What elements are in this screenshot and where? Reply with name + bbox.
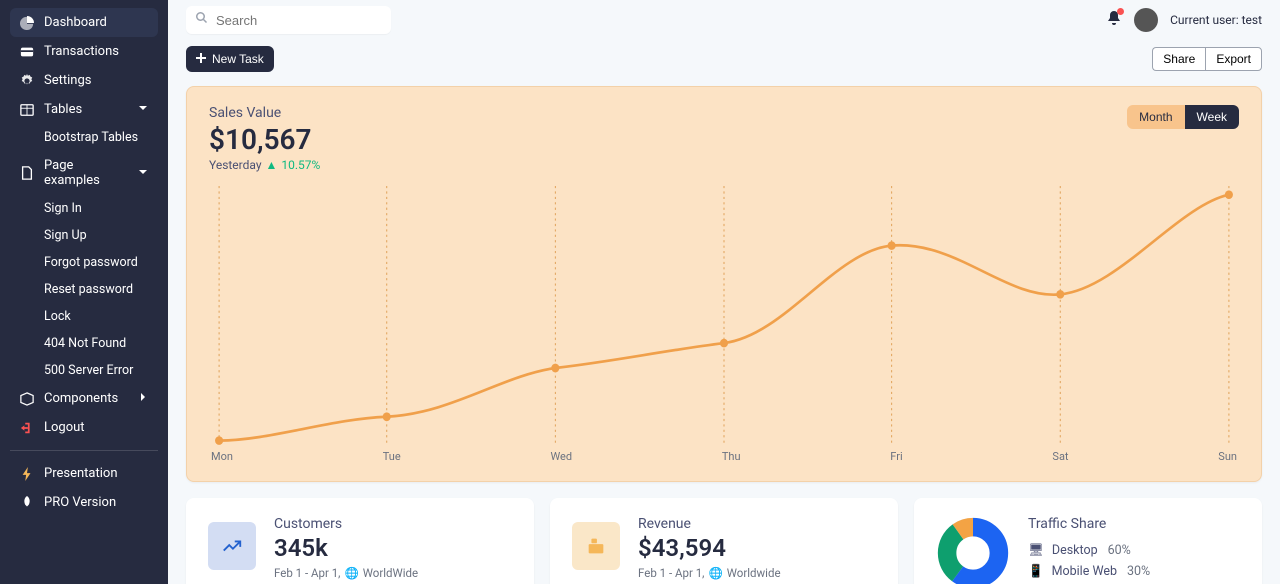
- file-icon: [20, 166, 34, 180]
- sidebar-item-presentation[interactable]: Presentation: [10, 459, 158, 488]
- sidebar-item-components[interactable]: Components: [10, 384, 158, 413]
- sales-chart: [209, 186, 1239, 446]
- revenue-value: $43,594: [638, 534, 781, 562]
- month-button[interactable]: Month: [1127, 105, 1184, 129]
- label: Logout: [44, 420, 85, 435]
- globe-icon: 🌐: [344, 566, 358, 580]
- credit-card-icon: [20, 45, 34, 59]
- label: PRO Version: [44, 495, 116, 510]
- sales-value: $10,567: [209, 123, 320, 156]
- traffic-share-card: Traffic Share 🖥Desktop60% 📱Mobile Web30%…: [914, 498, 1262, 584]
- divider: [10, 450, 158, 451]
- plus-icon: [196, 52, 206, 66]
- gear-icon: [20, 74, 34, 88]
- label: Settings: [44, 73, 91, 88]
- sidebar-item-bootstrap-tables[interactable]: Bootstrap Tables: [34, 124, 158, 151]
- chevron-down-icon: [138, 166, 148, 181]
- logout-icon: [20, 421, 34, 435]
- label: Dashboard: [44, 15, 107, 30]
- revenue-card: Revenue $43,594 Feb 1 - Apr 1, 🌐 Worldwi…: [550, 498, 898, 584]
- sidebar: Dashboard Transactions Settings Tables B…: [0, 0, 168, 584]
- table-icon: [20, 103, 34, 117]
- sidebar-item-tables[interactable]: Tables: [10, 95, 158, 124]
- notification-dot: [1117, 8, 1124, 15]
- label: Bootstrap Tables: [44, 130, 138, 145]
- notifications-button[interactable]: [1106, 10, 1122, 30]
- label: Transactions: [44, 44, 119, 59]
- customers-card: Customers 345k Feb 1 - Apr 1, 🌐 WorldWid…: [186, 498, 534, 584]
- search-input[interactable]: [216, 13, 381, 28]
- traffic-list: 🖥Desktop60% 📱Mobile Web30% 💻Tablet Web10…: [1028, 540, 1150, 584]
- main-content: Current user: test New Task Share Export…: [168, 0, 1280, 584]
- sidebar-item-sign-up[interactable]: Sign Up: [34, 222, 158, 249]
- share-export-group: Share Export: [1152, 47, 1262, 71]
- new-task-button[interactable]: New Task: [186, 46, 274, 72]
- period-toggle: Month Week: [1127, 105, 1239, 129]
- sidebar-item-page-examples[interactable]: Page examples: [10, 151, 158, 195]
- search-box[interactable]: [186, 6, 391, 34]
- rocket-icon: [20, 496, 34, 510]
- traffic-item-desktop: 🖥Desktop60%: [1028, 540, 1150, 561]
- topbar: Current user: test: [186, 6, 1262, 34]
- globe-icon: 🌐: [708, 566, 722, 580]
- traffic-title: Traffic Share: [1028, 516, 1150, 532]
- pages-submenu: Sign In Sign Up Forgot password Reset pa…: [10, 195, 158, 384]
- sidebar-item-forgot-password[interactable]: Forgot password: [34, 249, 158, 276]
- label: Presentation: [44, 466, 118, 481]
- chart-line-icon: [208, 522, 256, 570]
- sales-title: Sales Value: [209, 105, 320, 121]
- bolt-icon: [20, 467, 34, 481]
- revenue-title: Revenue: [638, 516, 781, 532]
- traffic-item-mobile: 📱Mobile Web30%: [1028, 561, 1150, 582]
- chevron-right-icon: [138, 391, 148, 406]
- sales-value-card: Sales Value $10,567 Yesterday ▲ 10.57% M…: [186, 86, 1262, 482]
- cash-register-icon: [572, 522, 620, 570]
- sidebar-item-sign-in[interactable]: Sign In: [34, 195, 158, 222]
- sidebar-item-500[interactable]: 500 Server Error: [34, 357, 158, 384]
- donut-chart: [936, 516, 1010, 584]
- mobile-icon: 📱: [1028, 564, 1044, 579]
- sidebar-item-404[interactable]: 404 Not Found: [34, 330, 158, 357]
- customers-title: Customers: [274, 516, 418, 532]
- actionbar: New Task Share Export: [186, 46, 1262, 72]
- label: Components: [44, 391, 118, 406]
- sidebar-item-logout[interactable]: Logout: [10, 413, 158, 442]
- caret-up-icon: ▲: [266, 158, 278, 172]
- week-button[interactable]: Week: [1185, 105, 1239, 129]
- label: Page examples: [44, 158, 128, 188]
- avatar[interactable]: [1134, 8, 1158, 32]
- export-button[interactable]: Export: [1205, 47, 1262, 71]
- sidebar-item-lock[interactable]: Lock: [34, 303, 158, 330]
- sidebar-item-settings[interactable]: Settings: [10, 66, 158, 95]
- stat-cards-row: Customers 345k Feb 1 - Apr 1, 🌐 WorldWid…: [186, 498, 1262, 584]
- share-button[interactable]: Share: [1152, 47, 1205, 71]
- sidebar-item-pro-version[interactable]: PRO Version: [10, 488, 158, 517]
- box-icon: [20, 392, 34, 406]
- label: Tables: [44, 102, 82, 117]
- pie-chart-icon: [20, 16, 34, 30]
- sales-change: 10.57%: [281, 158, 320, 172]
- sidebar-item-transactions[interactable]: Transactions: [10, 37, 158, 66]
- current-user-label: Current user: test: [1170, 13, 1262, 27]
- sales-sub-label: Yesterday: [209, 158, 262, 172]
- chevron-down-icon: [138, 102, 148, 117]
- sidebar-item-reset-password[interactable]: Reset password: [34, 276, 158, 303]
- chart-x-labels: Mon Tue Wed Thu Fri Sat Sun: [209, 450, 1239, 463]
- desktop-icon: 🖥: [1028, 543, 1044, 558]
- tables-submenu: Bootstrap Tables: [10, 124, 158, 151]
- search-icon: [196, 12, 208, 28]
- sidebar-item-dashboard[interactable]: Dashboard: [10, 8, 158, 37]
- customers-value: 345k: [274, 534, 418, 562]
